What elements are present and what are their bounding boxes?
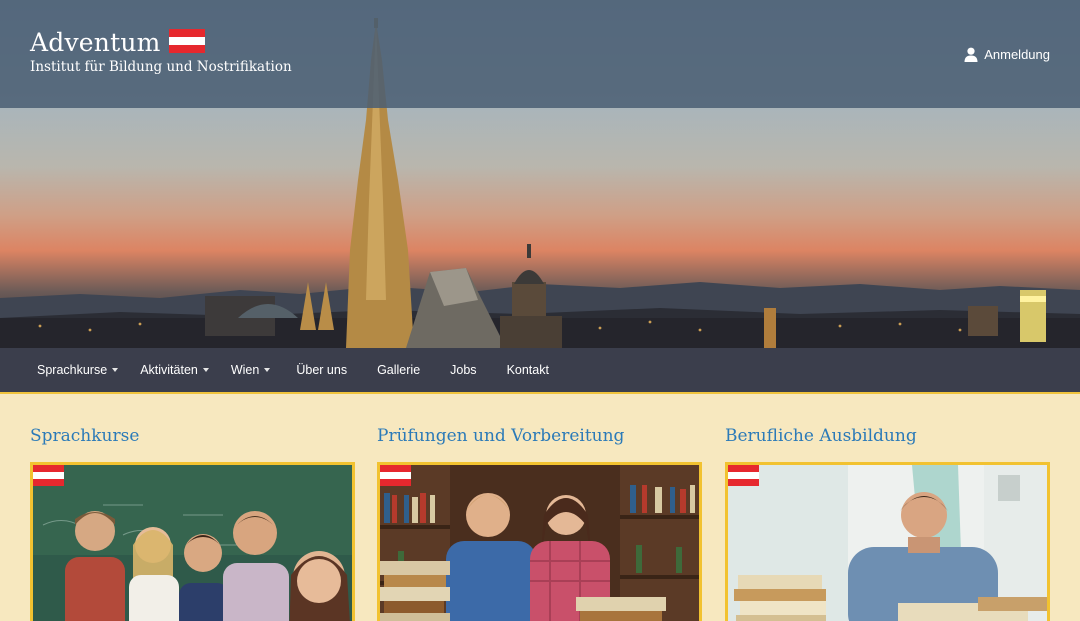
nav-label: Jobs (450, 363, 477, 377)
austria-flag-badge-icon (380, 465, 411, 486)
site-title[interactable]: Adventum (30, 28, 161, 58)
section-photo[interactable] (377, 462, 702, 621)
section-title[interactable]: Sprachkurse (30, 426, 355, 450)
nav-item-aktivitaeten[interactable]: Aktivitäten (129, 348, 220, 392)
section-berufliche-ausbildung: Berufliche Ausbildung (725, 396, 1050, 621)
content-columns: Sprachkurse Prüfungen und Vorbereitung B… (30, 396, 1050, 621)
main-nav: Sprachkurse Aktivitäten Wien Über uns Ga… (0, 348, 1080, 394)
brand: Adventum Institut für Bildung und Nostri… (30, 28, 292, 75)
caret-down-icon (112, 368, 119, 372)
austria-flag-icon (168, 29, 205, 53)
nav-label: Gallerie (377, 363, 421, 377)
austria-flag-badge-icon (33, 465, 64, 486)
caret-down-icon (264, 368, 271, 372)
nav-item-jobs[interactable]: Jobs (435, 348, 491, 392)
section-pruefungen: Prüfungen und Vorbereitung (377, 396, 702, 621)
top-bar: Adventum Institut für Bildung und Nostri… (0, 0, 1080, 108)
section-sprachkurse: Sprachkurse (30, 396, 355, 621)
login-link[interactable]: Anmeldung (964, 47, 1050, 62)
caret-down-icon (202, 368, 209, 372)
nav-item-ueber-uns[interactable]: Über uns (281, 348, 362, 392)
user-icon (964, 47, 978, 62)
nav-label: Sprachkurse (37, 363, 108, 377)
student-reading-image (728, 465, 1047, 621)
section-photo[interactable] (30, 462, 355, 621)
login-label: Anmeldung (984, 47, 1050, 62)
austria-flag-badge-icon (728, 465, 759, 486)
section-title[interactable]: Berufliche Ausbildung (725, 426, 1050, 450)
nav-item-kontakt[interactable]: Kontakt (492, 348, 564, 392)
students-classroom-image (33, 465, 352, 621)
nav-item-wien[interactable]: Wien (220, 348, 281, 392)
nav-item-gallerie[interactable]: Gallerie (362, 348, 435, 392)
nav-item-sprachkurse[interactable]: Sprachkurse (26, 348, 129, 392)
section-photo[interactable] (725, 462, 1050, 621)
nav-label: Wien (230, 363, 260, 377)
hero-banner: Adventum Institut für Bildung und Nostri… (0, 0, 1080, 348)
nav-label: Aktivitäten (140, 363, 198, 377)
site-subtitle: Institut für Bildung und Nostrifikation (30, 59, 292, 75)
students-library-image (380, 465, 699, 621)
nav-label: Über uns (296, 363, 348, 377)
nav-label: Kontakt (506, 363, 549, 377)
section-title[interactable]: Prüfungen und Vorbereitung (377, 426, 702, 450)
